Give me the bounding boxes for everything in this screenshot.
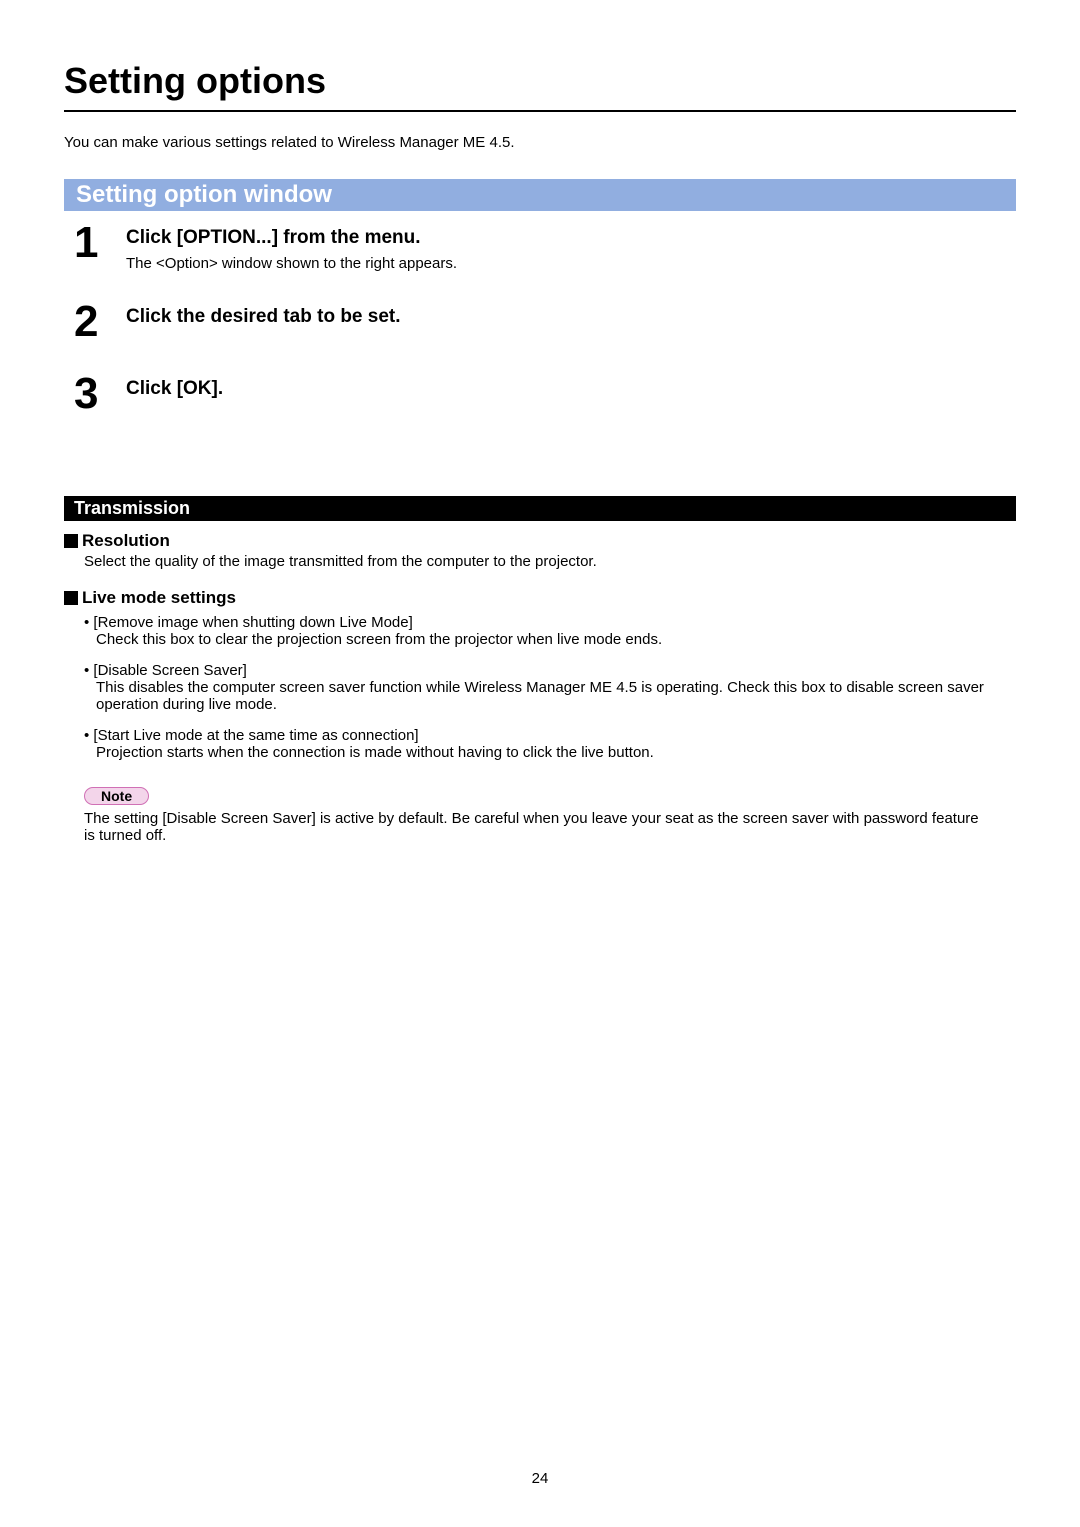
bullet-body: This disables the computer screen saver …: [96, 679, 1016, 713]
subsection-desc: Select the quality of the image transmit…: [84, 553, 1016, 570]
square-bullet-icon: [64, 591, 78, 605]
note-text: The setting [Disable Screen Saver] is ac…: [84, 810, 984, 844]
subsection-resolution: Resolution Select the quality of the ima…: [64, 531, 1016, 570]
note-block: Note The setting [Disable Screen Saver] …: [64, 779, 1016, 844]
section-header-transmission: Transmission: [64, 496, 1016, 521]
bullet-body: Projection starts when the connection is…: [96, 744, 1016, 761]
list-item: [Disable Screen Saver] This disables the…: [84, 662, 1016, 713]
bullet-label: [Disable Screen Saver]: [84, 662, 247, 679]
subsection-title: Live mode settings: [64, 588, 1016, 608]
subsection-title: Resolution: [64, 531, 1016, 551]
subsection-title-text: Live mode settings: [82, 588, 236, 608]
step-number: 3: [74, 372, 108, 416]
step-number: 1: [74, 221, 108, 265]
list-item: [Start Live mode at the same time as con…: [84, 727, 1016, 761]
step-heading: Click [OK].: [126, 378, 223, 400]
step-3: 3 Click [OK].: [74, 372, 1016, 416]
step-body: Click [OK].: [126, 372, 223, 406]
step-heading: Click [OPTION...] from the menu.: [126, 227, 457, 249]
bullet-label: [Start Live mode at the same time as con…: [84, 727, 419, 744]
page-title: Setting options: [64, 60, 1016, 112]
list-item: [Remove image when shutting down Live Mo…: [84, 614, 1016, 648]
bullet-body: Check this box to clear the projection s…: [96, 631, 1016, 648]
square-bullet-icon: [64, 534, 78, 548]
step-desc: The <Option> window shown to the right a…: [126, 255, 457, 272]
step-body: Click the desired tab to be set.: [126, 300, 401, 334]
page-number: 24: [0, 1470, 1080, 1487]
document-page: Setting options You can make various set…: [0, 0, 1080, 1527]
step-body: Click [OPTION...] from the menu. The <Op…: [126, 221, 457, 272]
subsection-live-mode: Live mode settings [Remove image when sh…: [64, 588, 1016, 761]
note-badge: Note: [84, 787, 149, 805]
bullet-list: [Remove image when shutting down Live Mo…: [84, 614, 1016, 761]
step-1: 1 Click [OPTION...] from the menu. The <…: [74, 221, 1016, 272]
subsection-title-text: Resolution: [82, 531, 170, 551]
step-number: 2: [74, 300, 108, 344]
section-header-setting-option-window: Setting option window: [64, 179, 1016, 211]
step-2: 2 Click the desired tab to be set.: [74, 300, 1016, 344]
step-heading: Click the desired tab to be set.: [126, 306, 401, 328]
bullet-label: [Remove image when shutting down Live Mo…: [84, 614, 413, 631]
intro-text: You can make various settings related to…: [64, 134, 1016, 151]
